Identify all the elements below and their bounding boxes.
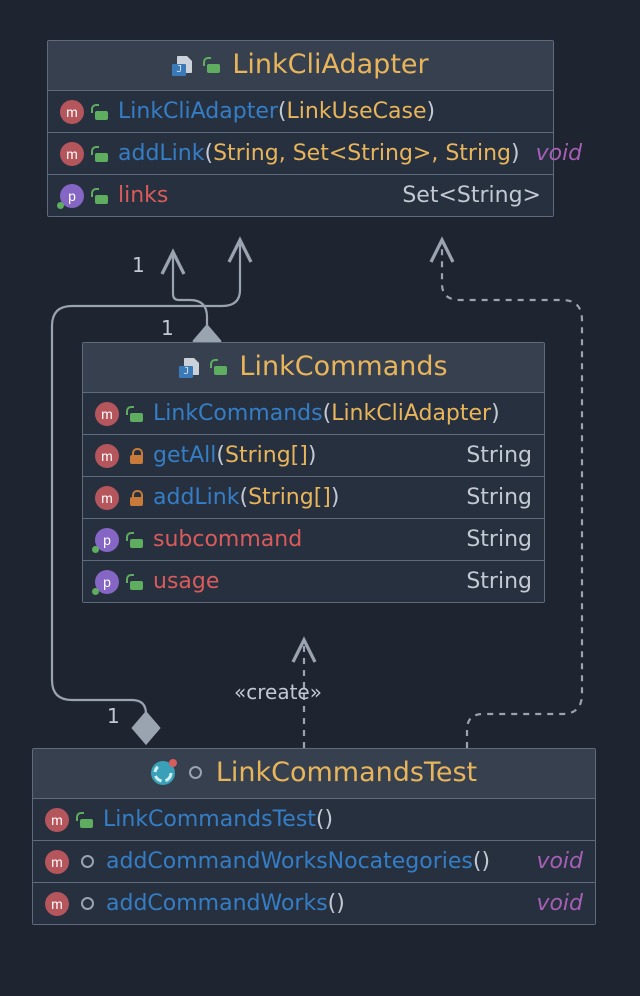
member-name: LinkCliAdapter — [118, 99, 278, 124]
return-type: void — [536, 849, 583, 874]
member-row[interactable]: m LinkCliAdapter(LinkUseCase) — [48, 91, 553, 133]
class-title: LinkCliAdapter — [232, 49, 428, 80]
lock-icon — [127, 489, 145, 507]
member-row[interactable]: m LinkCommandsTest() — [33, 799, 595, 841]
class-title: LinkCommandsTest — [216, 757, 477, 788]
unlock-icon — [127, 531, 145, 549]
class-badge-icon — [151, 761, 175, 785]
multiplicity-label: 1 — [107, 704, 120, 728]
create-label: «create» — [234, 680, 322, 704]
member-row[interactable]: m addCommandWorks() void — [33, 883, 595, 924]
member-name: LinkCommands — [153, 401, 323, 426]
class-linkcliadapter[interactable]: J LinkCliAdapter m LinkCliAdapter(LinkUs… — [47, 40, 554, 217]
member-name: addLink — [153, 485, 239, 510]
method-badge-icon: m — [95, 444, 119, 468]
class-linkcommands[interactable]: J LinkCommands m LinkCommands(LinkCliAda… — [82, 342, 545, 603]
member-params: String[] — [248, 485, 331, 510]
member-row[interactable]: m addLink(String[]) String — [83, 477, 544, 519]
class-header: LinkCommandsTest — [33, 749, 595, 799]
member-row[interactable]: m LinkCommands(LinkCliAdapter) — [83, 393, 544, 435]
lock-icon — [127, 447, 145, 465]
return-type: void — [536, 141, 583, 166]
member-row[interactable]: p links Set<String> — [48, 175, 553, 216]
unlock-icon — [204, 56, 222, 74]
multiplicity-label: 1 — [161, 316, 174, 340]
return-type: String — [466, 569, 532, 594]
member-params: LinkCliAdapter — [331, 401, 491, 426]
member-name: addCommandWorksNocategories — [106, 849, 473, 874]
method-badge-icon: m — [45, 892, 69, 916]
method-badge-icon: m — [95, 402, 119, 426]
member-name: usage — [153, 569, 219, 594]
member-name: addCommandWorks — [106, 891, 328, 916]
member-params: String, Set<String>, String — [213, 141, 511, 166]
return-type: String — [466, 443, 532, 468]
unlock-icon — [92, 103, 110, 121]
property-badge-icon: p — [60, 184, 84, 208]
property-badge-icon: p — [95, 570, 119, 594]
member-row[interactable]: p subcommand String — [83, 519, 544, 561]
member-row[interactable]: m addCommandWorksNocategories() void — [33, 841, 595, 883]
unlock-icon — [92, 145, 110, 163]
member-row[interactable]: p usage String — [83, 561, 544, 602]
member-row[interactable]: m addLink(String, Set<String>, String) v… — [48, 133, 553, 175]
unlock-icon — [92, 187, 110, 205]
return-type: String — [466, 527, 532, 552]
return-type: String — [466, 485, 532, 510]
unlock-icon — [77, 811, 95, 829]
class-header: J LinkCliAdapter — [48, 41, 553, 91]
class-linkcommandstest[interactable]: LinkCommandsTest m LinkCommandsTest() m … — [32, 748, 596, 925]
return-type: Set<String> — [402, 183, 541, 208]
member-row[interactable]: m getAll(String[]) String — [83, 435, 544, 477]
method-badge-icon: m — [60, 142, 84, 166]
method-badge-icon: m — [45, 850, 69, 874]
package-visibility-icon — [81, 897, 94, 910]
method-badge-icon: m — [60, 100, 84, 124]
java-file-icon: J — [179, 358, 201, 376]
member-name: addLink — [118, 141, 204, 166]
method-badge-icon: m — [45, 808, 69, 832]
unlock-icon — [127, 573, 145, 591]
class-title: LinkCommands — [239, 351, 447, 382]
return-type: void — [536, 891, 583, 916]
multiplicity-label: 1 — [132, 253, 145, 277]
member-name: links — [118, 183, 168, 208]
property-badge-icon: p — [95, 528, 119, 552]
unlock-icon — [211, 358, 229, 376]
member-name: subcommand — [153, 527, 302, 552]
member-params: LinkUseCase — [287, 99, 427, 124]
java-file-icon: J — [172, 56, 194, 74]
package-visibility-icon — [81, 855, 94, 868]
class-header: J LinkCommands — [83, 343, 544, 393]
member-name: LinkCommandsTest — [103, 807, 316, 832]
member-name: getAll — [153, 443, 216, 468]
method-badge-icon: m — [95, 486, 119, 510]
unlock-icon — [127, 405, 145, 423]
package-visibility-icon — [189, 766, 202, 779]
member-params: String[] — [225, 443, 308, 468]
